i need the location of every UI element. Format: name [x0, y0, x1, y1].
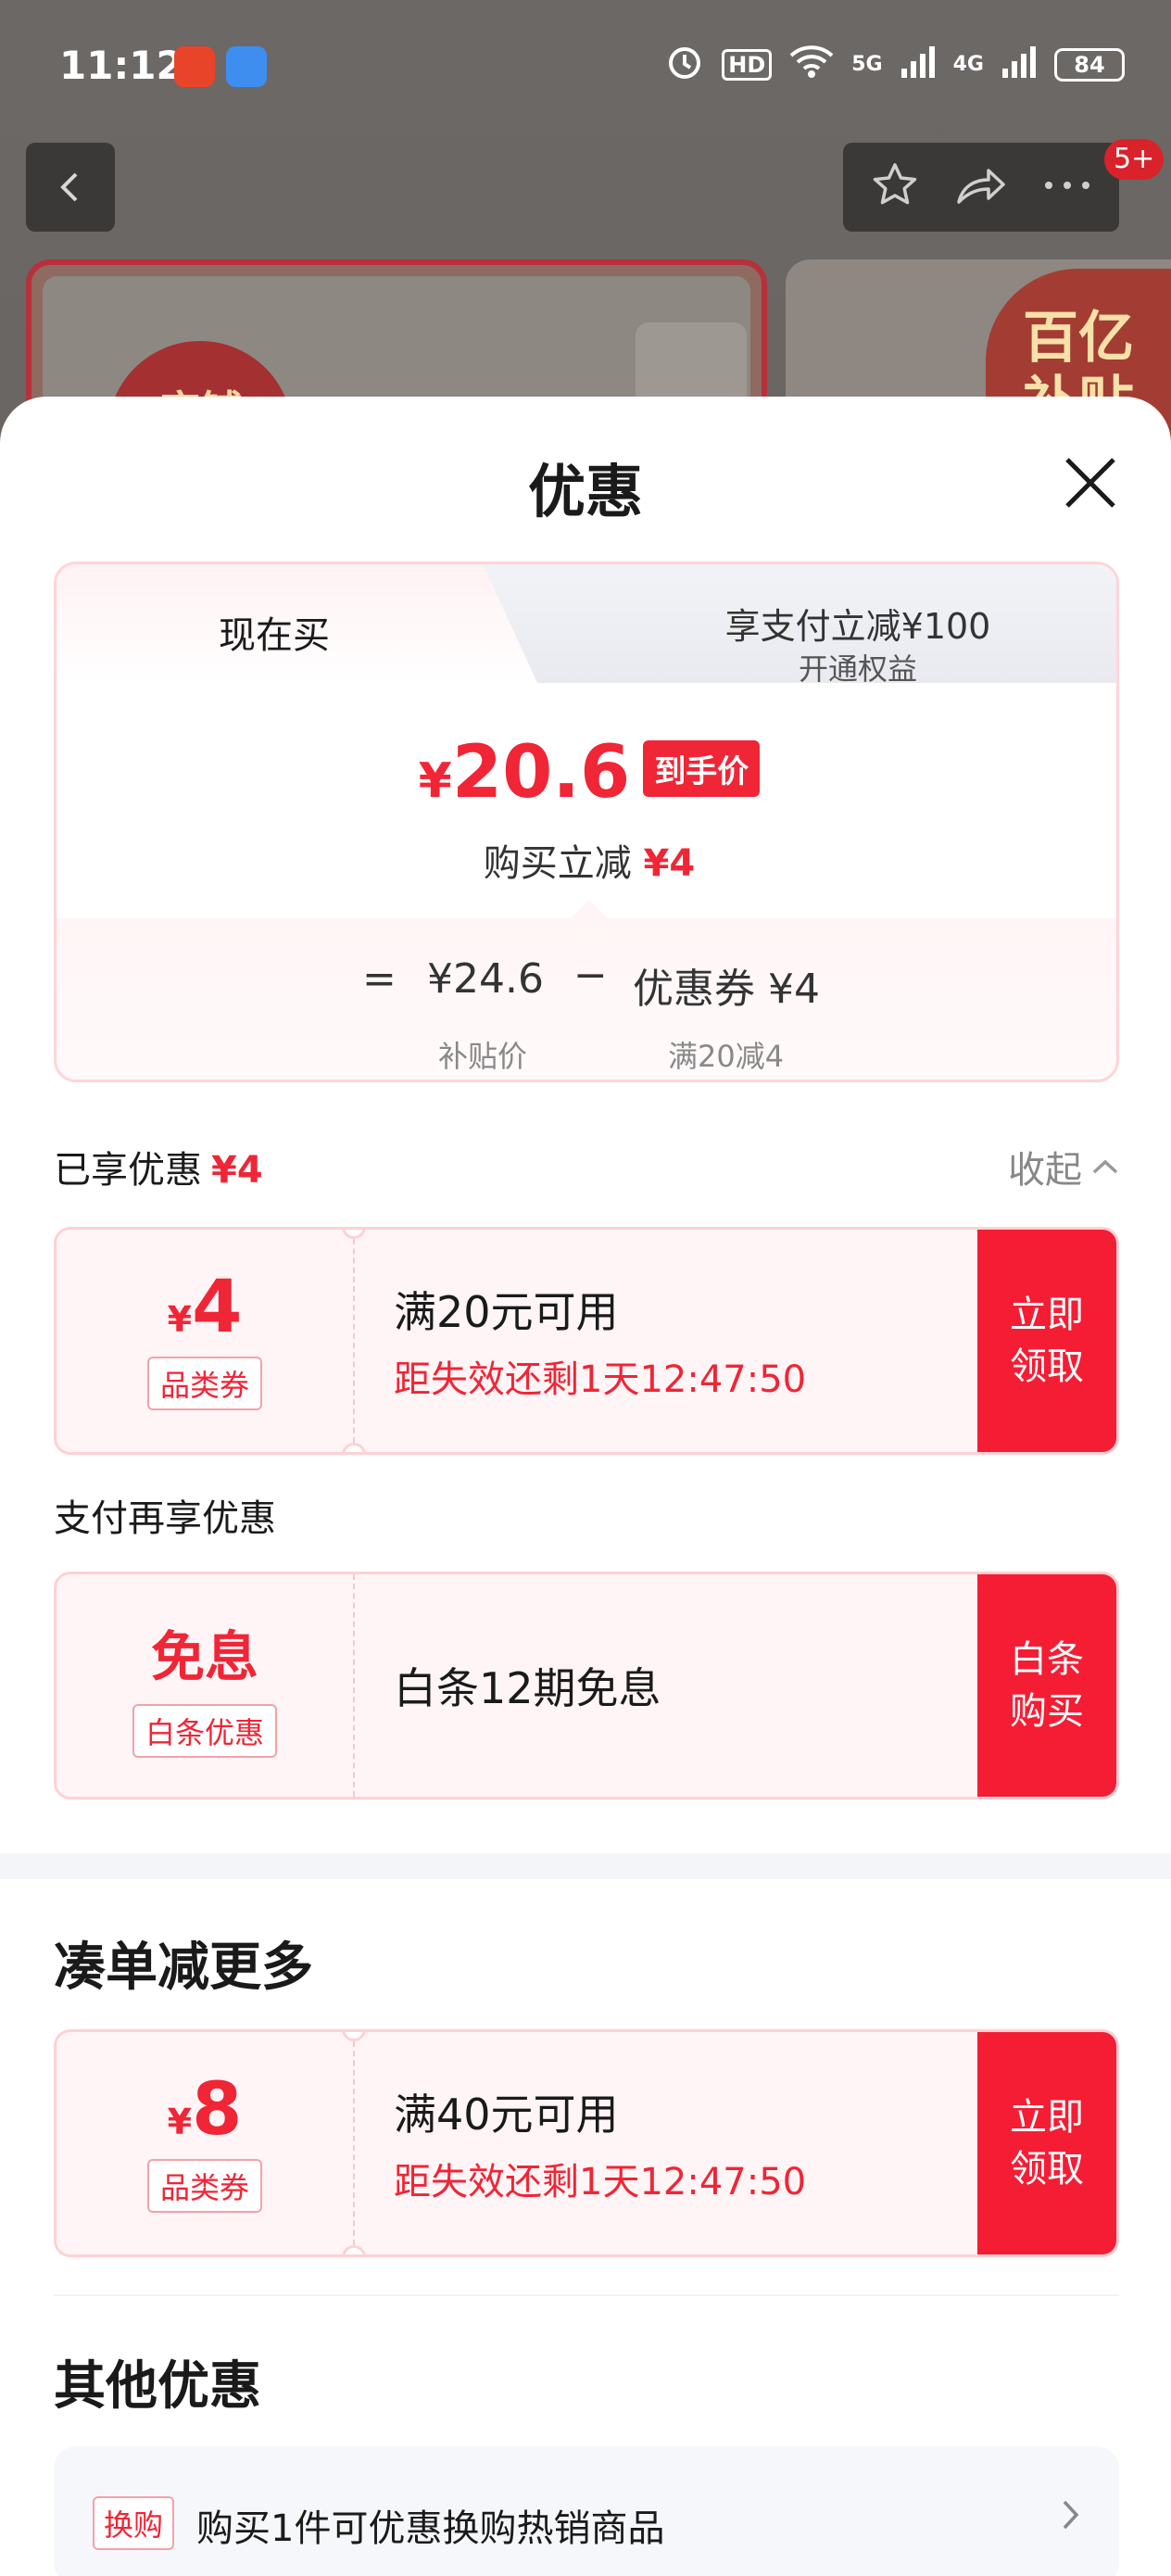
- divider: [54, 2294, 1119, 2296]
- battery-icon: 84: [1054, 47, 1125, 82]
- trade-in-text: 购买1件可优惠换购热销商品: [196, 2507, 665, 2550]
- tab-buy-now-label: 现在买: [219, 614, 330, 657]
- baitiao-buy-button[interactable]: 白条 购买: [977, 1574, 1116, 1797]
- coupon-value: 4: [192, 1266, 243, 1349]
- favorite-button[interactable]: [869, 159, 921, 215]
- enjoyed-discount-text: 已享优惠: [54, 1149, 202, 1192]
- coupon-divider: [353, 1574, 355, 1797]
- coupon-currency: ¥: [167, 1299, 193, 1340]
- coupon-value: 8: [192, 2068, 243, 2152]
- more-icon: [1045, 182, 1090, 189]
- coupon-rule-label: 满20减4: [668, 1039, 785, 1074]
- enjoyed-discount-row: 已享优惠 ¥4 收起: [54, 1140, 1119, 1193]
- other-offers-title: 其他优惠: [54, 2356, 261, 2417]
- offer-info: 白条12期免息: [394, 1574, 661, 1797]
- tab-pay-discount-sub: 开通权益: [798, 651, 917, 687]
- coupon-currency: ¥: [167, 2102, 193, 2142]
- chevron-up-icon: [1092, 1159, 1118, 1174]
- back-button[interactable]: [26, 143, 115, 232]
- tab-pay-discount-title: 享支付立减¥100: [724, 606, 991, 647]
- coupon-notch: [342, 2245, 366, 2254]
- coupon-condition: 满20元可用: [394, 1287, 619, 1337]
- coupon-condition: 满40元可用: [394, 2090, 619, 2140]
- subsidy-price-label: 补贴价: [438, 1039, 528, 1074]
- collapse-button[interactable]: 收起: [1008, 1140, 1119, 1193]
- network-5g-label: 5G: [851, 53, 883, 76]
- signal-icon: [900, 43, 937, 86]
- claim-coupon-button[interactable]: 立即 领取: [977, 1230, 1116, 1452]
- hd-icon: HD: [722, 48, 773, 81]
- offer-value-area: 免息 白条优惠: [57, 1574, 353, 1797]
- instant-discount-amount: ¥4: [643, 842, 696, 885]
- notification-app-icon: [174, 46, 215, 87]
- trade-in-offer-row[interactable]: 换购 购买1件可优惠换购热销商品: [54, 2446, 1119, 2576]
- coupon-countdown: 距失效还剩1天12:47:50: [394, 1358, 807, 1401]
- price-value: 20.6: [451, 731, 631, 814]
- enjoyed-discount-amount: ¥4: [211, 1149, 263, 1192]
- instant-discount: 购买立减 ¥4: [57, 833, 1116, 887]
- back-icon: [60, 172, 78, 202]
- more-button[interactable]: [1041, 176, 1093, 198]
- product-page-background: 11:12 HD 5G 4G 84 5+ 百亿: [0, 0, 1171, 471]
- share-button[interactable]: [953, 159, 1009, 215]
- baitiao-buy-label: 白条 购买: [1010, 1638, 1084, 1733]
- pay-more-label: 支付再享优惠: [54, 1497, 276, 1540]
- coupon-divider: [353, 2032, 355, 2254]
- status-bar: 11:12 HD 5G 4G 84: [0, 0, 1171, 139]
- sheet-title: 优惠: [527, 458, 643, 525]
- coupon-type-tag: 品类券: [146, 1357, 262, 1410]
- close-icon: [1065, 458, 1115, 508]
- close-button[interactable]: [1056, 448, 1125, 517]
- trade-in-tag: 换购: [93, 2496, 175, 2550]
- coupon-value-area: ¥8 品类券: [57, 2032, 353, 2254]
- interest-free-label: 免息: [150, 1625, 258, 1688]
- minus-sign: −: [573, 952, 608, 999]
- signal-icon-2: [1001, 43, 1038, 86]
- section-separator: [0, 1853, 1171, 1879]
- wifi-icon: [788, 43, 835, 86]
- baitiao-offer-card: 免息 白条优惠 白条12期免息 白条 购买: [54, 1572, 1119, 1799]
- coupon-countdown: 距失效还剩1天12:47:50: [394, 2161, 807, 2203]
- coupon-notch: [342, 1443, 366, 1452]
- chevron-right-icon: [1060, 2496, 1082, 2537]
- share-icon: [957, 169, 1005, 204]
- notification-app-icon-2: [226, 46, 267, 87]
- combine-order-title: 凑单减更多: [54, 1938, 313, 1998]
- category-coupon-card: ¥8 品类券 满40元可用 距失效还剩1天12:47:50 立即 领取: [54, 2029, 1119, 2257]
- alarm-icon: [664, 41, 705, 88]
- top-action-group: [843, 143, 1119, 232]
- coupon-info: 满40元可用 距失效还剩1天12:47:50: [394, 2032, 806, 2254]
- coupon-amount: ¥4: [168, 1271, 243, 1344]
- subsidy-price: ¥24.6: [427, 955, 544, 1003]
- status-icons: HD 5G 4G 84: [664, 41, 1125, 88]
- discount-sheet: 优惠 现在买 享支付立减¥100 开通权益 ¥20.6 到手价 购买立减 ¥4 =…: [0, 397, 1171, 2576]
- price-currency: ¥: [418, 753, 452, 809]
- network-4g-label: 4G: [952, 53, 984, 76]
- coupon-amount: ¥8: [168, 2074, 243, 2146]
- coupon-type-tag: 品类券: [146, 2159, 262, 2213]
- offer-type-tag: 白条优惠: [132, 1704, 277, 1758]
- enjoyed-discount-label: 已享优惠 ¥4: [54, 1149, 263, 1192]
- breakdown-caret: [571, 900, 608, 918]
- coupon-info: 满20元可用 距失效还剩1天12:47:50: [394, 1230, 806, 1452]
- message-count-badge: 5+: [1104, 139, 1165, 180]
- coupon-value-area: ¥4 品类券: [57, 1230, 353, 1452]
- final-price-badge: 到手价: [643, 740, 761, 797]
- category-coupon-card: ¥4 品类券 满20元可用 距失效还剩1天12:47:50 立即 领取: [54, 1227, 1119, 1455]
- coupon-divider: [353, 1230, 355, 1452]
- claim-coupon-label: 立即 领取: [1010, 2096, 1084, 2191]
- star-icon: [873, 163, 916, 205]
- price-card: 现在买 享支付立减¥100 开通权益 ¥20.6 到手价 购买立减 ¥4 = ¥2…: [54, 562, 1119, 1082]
- final-price: ¥20.6 到手价: [57, 731, 1116, 814]
- collapse-label: 收起: [1008, 1149, 1082, 1192]
- offer-condition: 白条12期免息: [394, 1663, 661, 1713]
- equals-sign: =: [362, 955, 397, 1003]
- instant-discount-label: 购买立减: [483, 842, 632, 885]
- coupon-deduction: 优惠券 ¥4: [633, 966, 820, 1013]
- claim-coupon-button[interactable]: 立即 领取: [977, 2032, 1116, 2254]
- price-breakdown: = ¥24.6 − 优惠券 ¥4 补贴价 满20减4: [57, 900, 1116, 1080]
- status-time: 11:12: [59, 43, 183, 88]
- claim-coupon-label: 立即 领取: [1010, 1294, 1084, 1388]
